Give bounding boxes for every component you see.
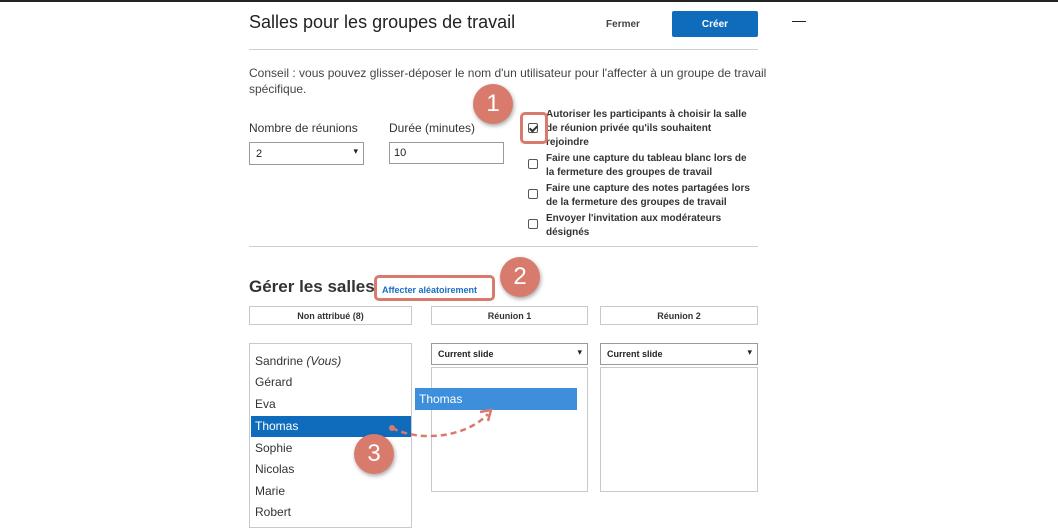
capture-notes-checkbox[interactable] [528, 189, 538, 199]
user-name: Sandrine [255, 354, 304, 368]
divider [249, 49, 758, 50]
annotation-highlight-2 [374, 275, 495, 301]
list-item[interactable]: Gérard [251, 372, 411, 393]
minimize-icon[interactable] [792, 21, 806, 22]
annotation-step-1: 1 [473, 84, 513, 124]
room-2-users-list[interactable] [600, 367, 758, 492]
list-item[interactable]: Sandrine (Vous) [251, 351, 411, 372]
user-suffix: (Vous) [306, 354, 342, 368]
room-1-slide-select[interactable]: Current slide ▾ [431, 343, 588, 365]
dialog-title: Salles pour les groupes de travail [249, 12, 516, 32]
duration-input[interactable] [389, 142, 504, 164]
capture-whiteboard-checkbox[interactable] [528, 159, 538, 169]
chevron-down-icon: ▾ [747, 347, 752, 357]
column-header-unassigned: Non attribué (8) [249, 306, 412, 325]
capture-notes-label: Faire une capture des notes partagées lo… [546, 183, 750, 208]
column-header-room-2: Réunion 2 [600, 306, 758, 325]
close-button[interactable]: Fermer [594, 12, 652, 36]
annotation-step-2: 2 [500, 257, 540, 297]
annotation-step-3: 3 [354, 434, 394, 474]
manage-rooms-title: Gérer les salles [249, 277, 375, 296]
room-2-slide-select[interactable]: Current slide ▾ [600, 343, 758, 365]
room-1-slide-value: Current slide [438, 349, 494, 359]
rooms-count-value: 2 [256, 148, 263, 160]
annotation-highlight-1 [520, 112, 548, 144]
send-invitation-checkbox[interactable] [528, 219, 538, 229]
room-2-slide-value: Current slide [607, 349, 663, 359]
rooms-count-label: Nombre de réunions [249, 121, 358, 135]
list-item[interactable]: Marie [251, 481, 411, 502]
send-invitation-label: Envoyer l'invitation aux modérateurs dés… [546, 213, 722, 238]
window-top-border [0, 0, 1058, 2]
chevron-down-icon: ▾ [577, 347, 582, 357]
rooms-count-select[interactable]: 2 ▾ [249, 142, 364, 165]
divider [249, 246, 758, 247]
capture-whiteboard-label: Faire une capture du tableau blanc lors … [546, 153, 747, 178]
duration-label: Durée (minutes) [389, 121, 476, 135]
column-header-room-1: Réunion 1 [431, 306, 588, 325]
chevron-down-icon: ▾ [353, 146, 358, 156]
list-item[interactable]: Robert [251, 502, 411, 523]
allow-choose-room-label: Autoriser les participants à choisir la … [546, 109, 747, 148]
drag-arrow-icon [389, 408, 493, 438]
create-button[interactable]: Créer [672, 11, 758, 37]
